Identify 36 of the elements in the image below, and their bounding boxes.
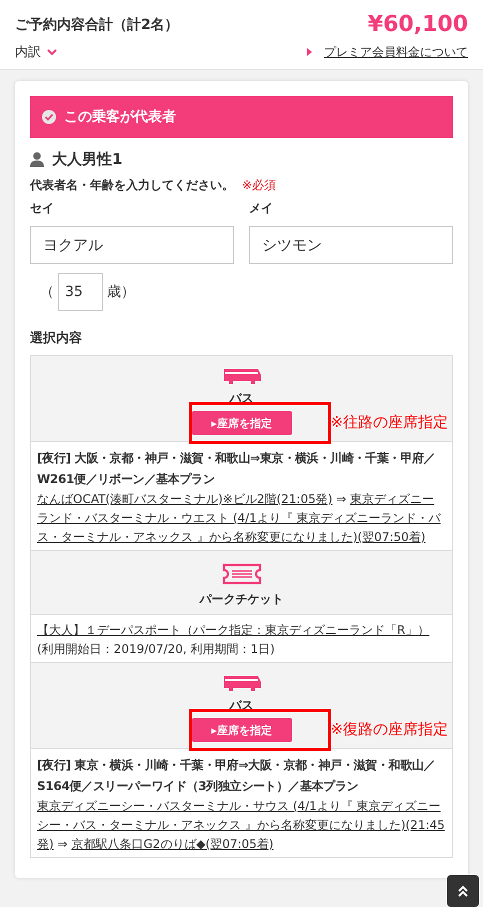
- passenger-name: 大人男性1: [52, 150, 122, 169]
- annotation-note: ※復路の座席指定: [330, 720, 448, 739]
- age-unit: 歳）: [107, 283, 135, 301]
- name-input[interactable]: ヨクアル: [30, 226, 234, 264]
- scroll-top-button[interactable]: [447, 875, 479, 907]
- bus-icon: [222, 368, 262, 384]
- double-chevron-up-icon: [457, 885, 469, 897]
- age-input[interactable]: 35: [58, 273, 103, 311]
- check-circle-icon: [42, 110, 56, 124]
- seat-select-button[interactable]: ▸座席を指定: [192, 718, 292, 742]
- route-text[interactable]: なんばOCAT(湊町バスターミナル)※ビル2階(21:05発) ⇒ 東京ディズニーランド・バスターミナル・ウエスト (4/1より『 東京ディズニーランド・バス・ターミナル・アネックス 』から名称変更になりました)(翌07:50着): [37, 490, 446, 547]
- required-note: ※必須: [242, 178, 276, 192]
- seat-select-button[interactable]: ▸座席を指定: [192, 411, 292, 435]
- bus-icon: [222, 675, 262, 691]
- summary-title: ご予約内容合計（計2名）: [15, 16, 180, 34]
- instruction-text: 代表者名・年齢を入力してください。 ※必須: [30, 177, 278, 194]
- breakdown-toggle[interactable]: 内訳: [15, 43, 57, 61]
- bus-plan-title: [夜行] 大阪・京都・神戸・滋賀・和歌山⇒東京・横浜・川崎・千葉・甲府／W261便／リボーン／基本プラン: [37, 450, 436, 488]
- bus-plan-title: [夜行] 東京・横浜・川崎・千葉・甲府⇒大阪・京都・神戸・滋賀・和歌山／S164便／スリーパーワイド（3列独立シート）／基本プラン: [37, 757, 436, 795]
- premium-fee-link[interactable]: プレミア会員料金について: [324, 44, 468, 60]
- triangle-icon: [307, 48, 312, 56]
- paren-open: （: [40, 283, 54, 301]
- ticket-link[interactable]: 【大人】１デーパスポート（パーク指定：東京ディズニーランド「R」）: [37, 621, 446, 640]
- ticket-icon: [222, 563, 262, 585]
- route-text[interactable]: 東京ディズニーシー・バスターミナル・サウス (4/1より『 東京ディズニーシー・バス・ターミナル・アネックス 』から名称変更になりました)(21:45発) ⇒ 京都駅八条口G2のりば◆(翌07:05着): [37, 797, 446, 854]
- section-heading: 選択内容: [30, 330, 83, 347]
- total-price: ¥60,100: [366, 12, 468, 37]
- field-label: セイ: [30, 200, 55, 217]
- annotation-note: ※往路の座席指定: [330, 413, 448, 432]
- ticket-note: (利用開始日：2019/07/20, 利用期間：1日): [37, 642, 275, 656]
- person-icon: [30, 152, 44, 167]
- chevron-down-icon: [47, 48, 57, 56]
- field-label: メイ: [249, 200, 274, 217]
- item-type-label: パークチケット: [200, 591, 284, 608]
- name-input[interactable]: シツモン: [249, 226, 453, 264]
- banner-text: この乗客が代表者: [64, 108, 176, 126]
